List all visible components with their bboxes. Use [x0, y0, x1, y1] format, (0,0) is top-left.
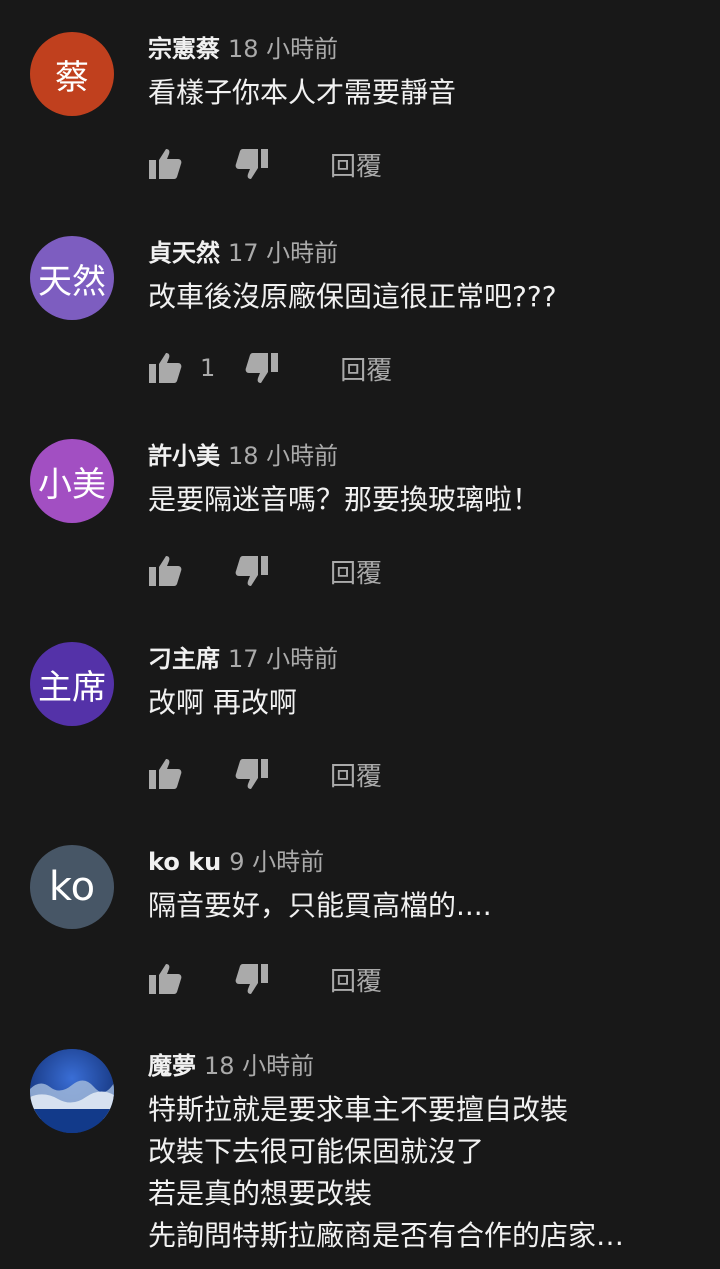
avatar-initials: 天然 — [38, 261, 106, 302]
comment-item: ko ko ku 9 小時前 隔音要好，只能買高檔的.... 回覆 — [0, 845, 720, 1045]
comment-time[interactable]: 18 小時前 — [204, 1052, 314, 1080]
avatar[interactable]: 蔡 — [30, 32, 114, 116]
avatar[interactable]: 主席 — [30, 642, 114, 726]
avatar-initials: ko — [48, 864, 96, 910]
avatar[interactable]: ko — [30, 845, 114, 929]
comment-actions: 回覆 — [148, 551, 382, 591]
dislike-button[interactable] — [235, 758, 269, 790]
reply-button[interactable]: 回覆 — [330, 146, 382, 183]
like-button[interactable] — [148, 758, 182, 790]
thumbs-down-icon — [245, 353, 279, 383]
comment-actions: 回覆 — [148, 144, 382, 184]
avatar-initials: 蔡 — [55, 57, 89, 98]
reply-button[interactable]: 回覆 — [330, 553, 382, 590]
comment-author[interactable]: 許小美 — [148, 442, 220, 470]
comment-text: 改啊 再改啊 — [148, 686, 297, 719]
comment-time[interactable]: 18 小時前 — [228, 35, 338, 63]
comment-item: 小美 許小美 18 小時前 是要隔迷音嗎？那要換玻璃啦！ 回覆 — [0, 439, 720, 639]
avatar[interactable] — [30, 1049, 114, 1133]
comment-time[interactable]: 17 小時前 — [228, 645, 338, 673]
thumbs-down-icon — [235, 556, 268, 586]
comment-text: 改車後沒原廠保固這很正常吧??? — [148, 280, 557, 313]
avatar[interactable]: 小美 — [30, 439, 114, 523]
comment-time[interactable]: 18 小時前 — [228, 442, 338, 470]
dislike-button[interactable] — [235, 963, 269, 995]
thumbs-down-icon — [235, 964, 268, 994]
comment-text: 特斯拉就是要求車主不要擅自改裝 改裝下去很可能保固就沒了 若是真的想要改裝 先詢… — [148, 1093, 625, 1252]
comment-author[interactable]: 貞天然 — [148, 239, 220, 267]
comment-author[interactable]: 宗憲蔡 — [148, 35, 220, 63]
comment-author[interactable]: 刁主席 — [148, 645, 220, 673]
thumbs-down-icon — [235, 149, 268, 179]
thumbs-up-icon — [149, 759, 182, 789]
comment-header: 刁主席 17 小時前 — [148, 644, 338, 674]
comment-actions: 回覆 — [148, 959, 382, 999]
comment-header: 宗憲蔡 18 小時前 — [148, 34, 338, 64]
comment-author[interactable]: 魔夢 — [148, 1052, 196, 1080]
reply-button[interactable]: 回覆 — [330, 961, 382, 998]
thumbs-up-icon — [149, 149, 182, 179]
thumbs-up-icon — [149, 556, 182, 586]
comment-time[interactable]: 17 小時前 — [228, 239, 338, 267]
comment-item: 蔡 宗憲蔡 18 小時前 看樣子你本人才需要靜音 回覆 — [0, 32, 720, 232]
comment-text: 是要隔迷音嗎？那要換玻璃啦！ — [148, 483, 541, 516]
avatar[interactable]: 天然 — [30, 236, 114, 320]
like-button[interactable] — [148, 963, 182, 995]
reply-button[interactable]: 回覆 — [340, 350, 392, 387]
avatar-initials: 主席 — [38, 667, 106, 708]
comment-header: 魔夢 18 小時前 — [148, 1051, 314, 1081]
like-button[interactable] — [148, 555, 182, 587]
avatar-photo — [30, 1049, 114, 1133]
like-button[interactable] — [148, 148, 182, 180]
comment-author[interactable]: ko ku — [148, 848, 221, 876]
dislike-button[interactable] — [235, 555, 269, 587]
thumbs-up-icon — [149, 353, 182, 383]
reply-button[interactable]: 回覆 — [330, 756, 382, 793]
like-count: 1 — [200, 354, 216, 382]
comment-item: 魔夢 18 小時前 特斯拉就是要求車主不要擅自改裝 改裝下去很可能保固就沒了 若是… — [0, 1049, 720, 1269]
dislike-button[interactable] — [235, 148, 269, 180]
comment-header: ko ku 9 小時前 — [148, 847, 324, 877]
comment-text: 隔音要好，只能買高檔的.... — [148, 889, 492, 922]
comment-actions: 回覆 — [148, 754, 382, 794]
comment-item: 天然 貞天然 17 小時前 改車後沒原廠保固這很正常吧??? 1 回覆 — [0, 236, 720, 436]
avatar-initials: 小美 — [38, 464, 106, 505]
comment-header: 許小美 18 小時前 — [148, 441, 338, 471]
comment-item: 主席 刁主席 17 小時前 改啊 再改啊 回覆 — [0, 642, 720, 842]
comment-text: 看樣子你本人才需要靜音 — [148, 76, 457, 109]
comment-list: 蔡 宗憲蔡 18 小時前 看樣子你本人才需要靜音 回覆 天然 貞天然 17 小時… — [0, 0, 720, 1269]
thumbs-up-icon — [149, 964, 182, 994]
like-button[interactable] — [148, 352, 182, 384]
dislike-button[interactable] — [245, 352, 279, 384]
comment-actions: 1 回覆 — [148, 348, 392, 388]
thumbs-down-icon — [235, 759, 268, 789]
comment-header: 貞天然 17 小時前 — [148, 238, 338, 268]
comment-time[interactable]: 9 小時前 — [229, 848, 324, 876]
